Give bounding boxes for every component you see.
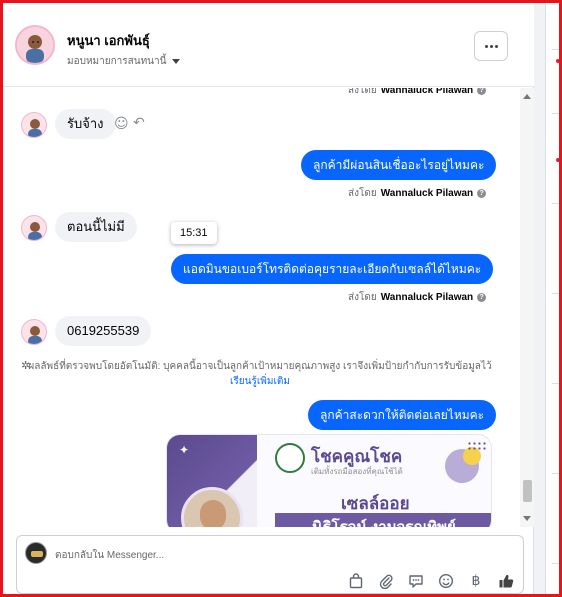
notification-dot [556, 59, 560, 63]
shopping-bag-icon[interactable] [347, 572, 365, 590]
learn-more-link[interactable]: เรียนรู้เพิ่มเติม [230, 376, 290, 387]
page-avatar [25, 542, 47, 564]
sent-by-label: ส่งโดย Wannaluck Pilawan ? [348, 290, 487, 305]
avatar-photo [17, 27, 53, 63]
panel-divider [552, 473, 560, 474]
contact-avatar-small[interactable] [21, 319, 47, 345]
smiley-icon[interactable]: ☺ [114, 116, 129, 132]
conversation-window: หนูนา เอกพันธุ์ มอบหมายการสนทนานี้ ส่งโด… [3, 3, 534, 594]
assign-label: มอบหมายการสนทนานี้ [67, 56, 167, 67]
panel-divider [552, 563, 560, 564]
notification-dot [556, 158, 560, 162]
info-icon[interactable]: ? [477, 88, 487, 95]
info-icon[interactable]: ? [477, 293, 487, 302]
thumbs-up-icon[interactable] [497, 572, 515, 590]
panel-divider [552, 113, 560, 114]
caret-down-icon [172, 59, 181, 64]
composer-toolbar: ฿ [347, 572, 515, 590]
sent-by-label: ส่งโดย Wannaluck Pilawan ? [348, 186, 487, 201]
incoming-message[interactable]: 0619255539 [55, 316, 152, 346]
auto-detect-notice: ผลลัพธ์ที่ตรวจพบโดยอัตโนมัติ: บุคคลนี้อา… [28, 361, 492, 387]
contact-avatar-small[interactable] [21, 112, 47, 138]
card-tagline: เติมทั้งรถมือสองที่คุณใช้ได้ [311, 467, 403, 476]
outgoing-message[interactable]: ลูกค้าสะดวกให้ติดต่อเลยไหมคะ [308, 400, 497, 430]
emoji-icon[interactable] [437, 572, 455, 590]
sparkle-icon: ✦ [179, 443, 190, 457]
panel-divider [552, 293, 560, 294]
baht-icon[interactable]: ฿ [467, 572, 485, 590]
card-person-name: นิธิโรจน์ งามจรณทิพย์ [275, 513, 491, 527]
incoming-message[interactable]: รับจ้าง [55, 109, 116, 139]
side-panel-edge [545, 3, 560, 594]
decor-dots [467, 441, 487, 451]
timestamp-tooltip: 15:31 [171, 222, 217, 244]
brand-logo [275, 443, 305, 473]
outgoing-message[interactable]: แอดมินขอเบอร์โทรติดต่อคุยรายละเอียดกับเซ… [171, 254, 494, 284]
chat-bubble-icon[interactable] [407, 572, 425, 590]
contact-avatar[interactable] [15, 25, 55, 65]
assign-conversation-dropdown[interactable]: มอบหมายการสนทนานี้ [67, 54, 181, 69]
panel-divider [552, 49, 560, 50]
message-scrollbar[interactable] [520, 88, 534, 527]
sent-by-label: ส่งโดย Wannaluck Pilawan ? [348, 88, 487, 98]
reply-input[interactable]: ตอบกลับใน Messenger... [55, 548, 164, 563]
scroll-up-icon[interactable] [523, 94, 531, 99]
panel-divider [552, 383, 560, 384]
contact-avatar-small[interactable] [21, 215, 47, 241]
info-icon[interactable]: ? [477, 189, 487, 198]
reply-composer[interactable]: ตอบกลับใน Messenger... ฿ [16, 535, 524, 594]
scroll-down-icon[interactable] [523, 516, 531, 521]
more-options-button[interactable] [474, 31, 508, 61]
paperclip-icon[interactable] [377, 572, 395, 590]
scroll-thumb[interactable] [523, 480, 532, 502]
panel-divider [552, 203, 560, 204]
reply-icon[interactable]: ↶ [133, 115, 145, 131]
outgoing-message[interactable]: ลูกค้ามีผ่อนสินเชื่ออะไรอยู่ไหมคะ [301, 150, 497, 180]
image-attachment[interactable]: ✦ โชคคูณโชค เติมทั้งรถมือสองที่คุณใช้ได้… [166, 434, 492, 527]
more-icon [484, 44, 488, 48]
message-list[interactable]: ส่งโดย Wannaluck Pilawan ? รับจ้าง ☺ ↶ ล… [3, 88, 534, 527]
contact-name[interactable]: หนูนา เอกพันธุ์ [67, 30, 150, 51]
incoming-message[interactable]: ตอนนี้ไม่มี [55, 212, 137, 242]
conversation-header: หนูนา เอกพันธุ์ มอบหมายการสนทนานี้ [3, 3, 534, 87]
